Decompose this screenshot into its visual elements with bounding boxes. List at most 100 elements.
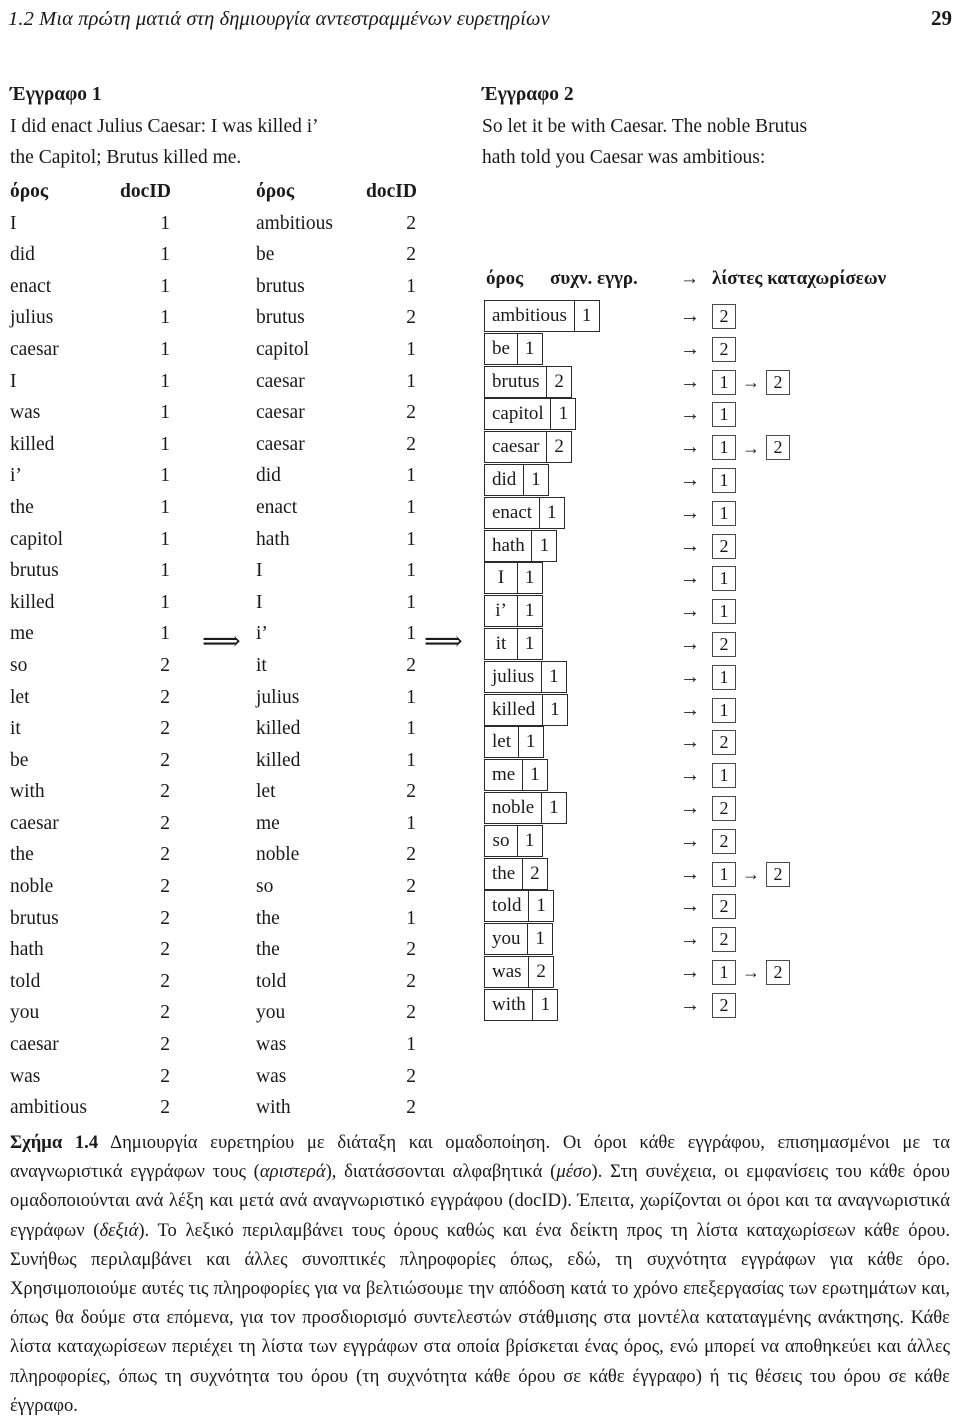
docid-cell: 2 <box>160 939 170 961</box>
postings-list: 1 <box>712 500 736 526</box>
term-cell: did <box>10 244 35 266</box>
dictionary-entry: brutus 2 <box>484 365 573 398</box>
term-cell: I <box>256 560 263 582</box>
docid-cell: 2 <box>406 433 416 455</box>
term-cell: you <box>256 1002 286 1024</box>
postings-pointer-arrow-icon: → <box>680 403 700 426</box>
sorted-table-header-docid: docID <box>366 181 417 202</box>
postings-pointer-arrow-icon: → <box>680 436 700 459</box>
docid-cell: 2 <box>406 781 416 803</box>
table-row: did 1 <box>10 244 210 276</box>
dictionary-row: hath 1 → 2 <box>484 529 954 563</box>
postings-link-arrow-icon: → <box>742 864 760 885</box>
docid-cell: 2 <box>406 1065 416 1087</box>
posting-docid-box: 1 <box>712 599 736 625</box>
docid-cell: 1 <box>160 591 170 613</box>
docid-cell: 1 <box>160 496 170 518</box>
term-cell: with <box>256 1097 291 1119</box>
dictionary-entry: with 1 <box>484 988 559 1021</box>
term-cell: ambitious <box>10 1097 87 1119</box>
sorted-table-header-row: όρος docID <box>256 181 456 213</box>
dictionary-doc-freq-cell: 1 <box>573 300 600 332</box>
dictionary-row: told 1 → 2 <box>484 890 954 923</box>
term-cell: i’ <box>256 623 268 645</box>
dictionary-term-cell: killed <box>484 693 544 726</box>
dictionary-header-doc-freq: συχν. εγγρ. <box>550 268 638 289</box>
docid-cell: 1 <box>406 465 416 487</box>
term-cell: julius <box>10 307 54 329</box>
docid-cell: 1 <box>406 623 416 645</box>
table-row: I1 <box>10 371 210 403</box>
postings-pointer-arrow-icon: → <box>680 698 700 721</box>
postings-list: 2 <box>712 927 736 953</box>
postings-pointer-arrow-icon: → <box>680 960 700 983</box>
table-row: capitol 1 <box>256 339 456 371</box>
posting-docid-box: 2 <box>766 959 790 985</box>
docid-cell: 1 <box>160 212 170 234</box>
postings-list: 2 <box>712 304 736 329</box>
merge-double-arrow-icon: ⟹ <box>424 626 463 656</box>
docid-cell: 2 <box>160 1065 170 1087</box>
table-row: so 2 <box>256 876 456 908</box>
posting-docid-box: 1 <box>712 467 736 493</box>
dictionary-doc-freq-cell: 1 <box>516 595 543 628</box>
term-cell: caesar <box>256 402 305 424</box>
table-row: caesar 2 <box>256 402 456 434</box>
postings-list: 1 <box>712 599 736 625</box>
table-row: julius 1 <box>256 687 456 719</box>
dictionary-doc-freq-cell: 1 <box>527 923 554 956</box>
term-cell: told <box>256 970 287 992</box>
dictionary-row: I 1 → 1 <box>484 562 954 595</box>
posting-docid-box: 1 <box>712 369 736 395</box>
posting-docid-box: 1 <box>712 861 736 887</box>
table-row: caesar 1 <box>10 339 210 371</box>
dictionary-entry: let 1 <box>484 726 544 759</box>
docid-cell: 1 <box>406 338 416 360</box>
postings-link-arrow-icon: → <box>742 372 760 393</box>
dictionary-entry: noble 1 <box>484 791 567 824</box>
dictionary-row: be 1 → 2 <box>484 332 954 366</box>
dictionary-doc-freq-cell: 1 <box>540 791 567 824</box>
postings-pointer-arrow-icon: → <box>680 501 700 524</box>
postings-pointer-arrow-icon: → <box>680 928 700 951</box>
table-row: caesar 2 <box>10 813 210 845</box>
term-cell: enact <box>256 496 298 518</box>
table-row: let 2 <box>10 687 210 719</box>
docid-cell: 2 <box>406 844 416 866</box>
docid-cell: 2 <box>406 1002 416 1024</box>
dictionary-row: so 1 → 2 <box>484 824 954 858</box>
docid-cell: 1 <box>406 528 416 550</box>
dictionary-doc-freq-cell: 1 <box>516 332 543 365</box>
docid-cell: 1 <box>160 338 170 360</box>
docid-cell: 2 <box>160 654 170 676</box>
term-cell: you <box>10 1002 40 1024</box>
sorted-table-header-term: όρος <box>256 181 295 202</box>
table-row: ambitious 2 <box>10 1097 210 1129</box>
docid-cell: 1 <box>406 749 416 771</box>
dictionary-header-postings: λίστες καταχωρίσεων <box>712 268 887 289</box>
term-cell: so <box>10 654 28 676</box>
dictionary-doc-freq-cell: 1 <box>541 693 568 726</box>
dictionary-row: noble 1 → 2 <box>484 791 954 825</box>
dictionary-row: me 1 → 1 <box>484 759 954 792</box>
caption-text: ). Το λεξικό περιλαμβάνει τους όρους καθ… <box>10 1219 950 1416</box>
dictionary-row: killed 1 → 1 <box>484 693 954 727</box>
table-row: I1 <box>256 592 456 624</box>
dictionary-row: ambitious 1 → 2 <box>484 300 954 333</box>
posting-docid-box: 2 <box>712 304 736 329</box>
docid-cell: 1 <box>160 307 170 329</box>
docid-cell: 2 <box>160 844 170 866</box>
term-cell: julius <box>256 686 300 708</box>
dictionary-term-cell: you <box>484 923 529 956</box>
term-cell: so <box>256 876 274 898</box>
dictionary-entry: julius 1 <box>484 660 567 693</box>
term-cell: be <box>256 244 275 266</box>
dictionary-doc-freq-cell: 1 <box>516 627 543 660</box>
term-cell: brutus <box>256 307 305 329</box>
postings-link-arrow-icon: → <box>742 962 760 983</box>
unsorted-term-table: όρος docID I 1 did 1 enact 1 julius 1 caesar 1 I 1 was… <box>10 181 210 1129</box>
postings-pointer-arrow-icon: → <box>680 567 700 590</box>
postings-list: 2 <box>712 992 736 1018</box>
document-1-title: Έγγραφο 1 <box>10 84 102 105</box>
postings-list: 1 <box>712 664 736 690</box>
